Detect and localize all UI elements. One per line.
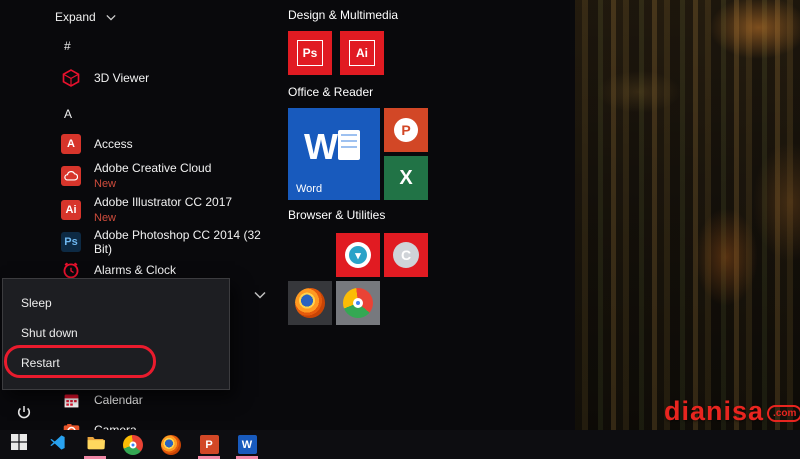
taskbar-file-explorer-button[interactable] <box>76 430 114 459</box>
app-item-adobe-photoshop[interactable]: Ps Adobe Photoshop CC 2014 (32 Bit) <box>60 228 275 256</box>
creative-cloud-icon <box>60 165 82 187</box>
watermark-tld: .com <box>767 405 800 422</box>
chevron-down-icon <box>106 10 116 24</box>
tile-powerpoint[interactable]: P <box>384 108 428 152</box>
watermark-name: dianisa <box>664 396 764 427</box>
vscode-icon <box>48 433 67 457</box>
3d-viewer-icon <box>60 67 82 89</box>
power-options-flyout: Sleep Shut down Restart <box>2 278 230 390</box>
tile-firefox[interactable] <box>288 281 332 325</box>
tile-word[interactable]: W Word <box>288 108 380 200</box>
calendar-icon <box>60 389 82 411</box>
power-button[interactable] <box>13 404 35 426</box>
chrome-icon <box>123 435 143 455</box>
tile-group-title: Browser & Utilities <box>288 208 385 222</box>
taskbar-vscode-button[interactable] <box>38 430 76 459</box>
tile-ccleaner[interactable]: C <box>384 233 428 277</box>
access-icon: A <box>60 133 82 155</box>
expand-toggle[interactable]: Expand <box>55 8 116 26</box>
start-button[interactable] <box>0 430 38 459</box>
ccleaner-icon: C <box>393 242 419 268</box>
illustrator-icon: Ai <box>60 199 82 221</box>
taskbar-firefox-button[interactable] <box>152 430 190 459</box>
new-badge: New <box>94 177 211 191</box>
powerpoint-icon: P <box>394 118 418 142</box>
screen: dianisa .com Expand # 3D <box>0 0 800 459</box>
windows-logo-icon <box>11 434 27 455</box>
firefox-icon <box>161 435 181 455</box>
expand-label: Expand <box>55 10 96 24</box>
tile-photoshop[interactable]: Ps <box>288 31 332 75</box>
tile-group-title: Design & Multimedia <box>288 8 398 22</box>
tile-download-utility[interactable]: ▾ <box>336 233 380 277</box>
word-icon: W <box>238 435 257 454</box>
tiles-panel: Design & Multimedia Ps Ai Office & Reade… <box>280 0 575 430</box>
start-menu: Expand # 3D Viewer A A Access <box>0 0 575 430</box>
app-item-calendar[interactable]: Calendar <box>60 386 275 414</box>
power-icon <box>16 405 32 426</box>
app-item-adobe-illustrator[interactable]: Ai Adobe Illustrator CC 2017 New <box>60 192 275 228</box>
app-label: Adobe Illustrator CC 2017 <box>94 195 232 211</box>
tile-excel[interactable]: X <box>384 156 428 200</box>
app-item-3d-viewer[interactable]: 3D Viewer <box>60 64 275 92</box>
app-label: Adobe Creative Cloud <box>94 161 211 177</box>
app-label: Adobe Photoshop CC 2014 (32 Bit) <box>94 228 275 256</box>
photoshop-tile-glyph: Ps <box>297 40 323 66</box>
taskbar-chrome-button[interactable] <box>114 430 152 459</box>
section-letter-hash[interactable]: # <box>64 38 71 54</box>
app-label: 3D Viewer <box>94 71 149 85</box>
power-option-restart[interactable]: Restart <box>3 348 229 378</box>
tile-group-title: Office & Reader <box>288 85 373 99</box>
new-badge: New <box>94 211 232 225</box>
desktop-wallpaper <box>570 0 800 459</box>
firefox-icon <box>295 288 325 318</box>
chrome-icon <box>343 288 373 318</box>
power-option-shutdown[interactable]: Shut down <box>3 318 229 348</box>
app-label: Calendar <box>94 393 143 407</box>
powerpoint-icon: P <box>200 435 219 454</box>
photoshop-icon: Ps <box>60 231 82 253</box>
excel-icon: X <box>399 167 412 190</box>
app-label: Access <box>94 137 133 151</box>
taskbar-word-button[interactable]: W <box>228 430 266 459</box>
taskbar-powerpoint-button[interactable]: P <box>190 430 228 459</box>
word-page-icon <box>338 130 360 160</box>
section-letter-a[interactable]: A <box>64 106 72 122</box>
utility-app-icon: ▾ <box>345 242 371 268</box>
chevron-down-icon[interactable] <box>254 286 266 304</box>
tile-illustrator[interactable]: Ai <box>340 31 384 75</box>
app-item-access[interactable]: A Access <box>60 130 275 158</box>
illustrator-tile-glyph: Ai <box>349 40 375 66</box>
file-explorer-icon <box>86 433 105 457</box>
watermark: dianisa .com <box>664 396 800 427</box>
word-icon: W <box>304 126 338 168</box>
taskbar: P W <box>0 430 800 459</box>
word-tile-label: Word <box>296 183 322 195</box>
power-option-sleep[interactable]: Sleep <box>3 288 229 318</box>
app-item-adobe-creative-cloud[interactable]: Adobe Creative Cloud New <box>60 158 275 194</box>
app-label: Alarms & Clock <box>94 263 176 277</box>
tile-chrome[interactable] <box>336 281 380 325</box>
